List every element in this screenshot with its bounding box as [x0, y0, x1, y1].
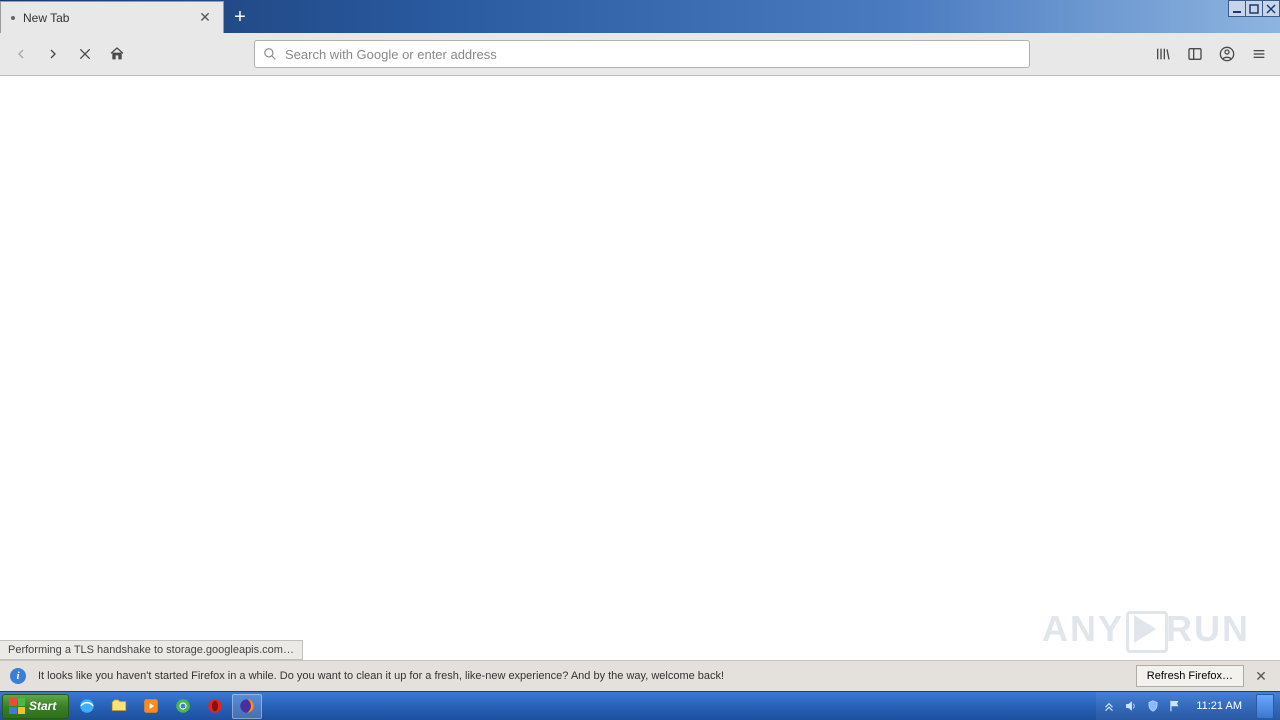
url-input[interactable] — [285, 47, 1021, 62]
windows-logo-icon — [9, 698, 25, 714]
home-button[interactable] — [102, 39, 132, 69]
library-button[interactable] — [1148, 39, 1178, 69]
window-controls — [1229, 0, 1280, 17]
forward-button[interactable] — [38, 39, 68, 69]
system-tray: 11:21 AM — [1096, 692, 1280, 720]
back-button[interactable] — [6, 39, 36, 69]
start-button[interactable]: Start — [2, 694, 69, 719]
tray-shield-icon[interactable] — [1144, 697, 1162, 715]
show-desktop-button[interactable] — [1256, 694, 1274, 719]
taskbar: Start 11:21 AM — [0, 691, 1280, 720]
taskbar-chrome[interactable] — [168, 694, 198, 719]
notification-close-button[interactable]: ✕ — [1252, 667, 1270, 685]
info-icon: i — [10, 668, 26, 684]
clock[interactable]: 11:21 AM — [1188, 700, 1250, 712]
tray-flag-icon[interactable] — [1166, 697, 1184, 715]
close-window-button[interactable] — [1262, 0, 1280, 17]
status-text: Performing a TLS handshake to storage.go… — [8, 644, 294, 656]
taskbar-explorer[interactable] — [104, 694, 134, 719]
search-icon — [263, 47, 277, 61]
tab-title: New Tab — [23, 11, 69, 25]
refresh-firefox-button[interactable]: Refresh Firefox… — [1136, 665, 1244, 687]
notification-bar: i It looks like you haven't started Fire… — [0, 660, 1280, 691]
tray-expand-icon[interactable] — [1100, 697, 1118, 715]
browser-toolbar — [0, 33, 1280, 76]
stop-button[interactable] — [70, 39, 100, 69]
menu-button[interactable] — [1244, 39, 1274, 69]
browser-tab[interactable]: New Tab ✕ — [0, 1, 224, 33]
notification-message: It looks like you haven't started Firefo… — [38, 670, 724, 682]
taskbar-firefox[interactable] — [232, 694, 262, 719]
taskbar-media[interactable] — [136, 694, 166, 719]
tray-volume-icon[interactable] — [1122, 697, 1140, 715]
address-bar[interactable] — [254, 40, 1030, 68]
taskbar-ie[interactable] — [72, 694, 102, 719]
maximize-button[interactable] — [1245, 0, 1263, 17]
sidebar-button[interactable] — [1180, 39, 1210, 69]
status-tooltip: Performing a TLS handshake to storage.go… — [0, 640, 303, 660]
loading-dot-icon — [11, 16, 15, 20]
tab-strip: New Tab ✕ + — [0, 0, 256, 33]
account-button[interactable] — [1212, 39, 1242, 69]
minimize-button[interactable] — [1228, 0, 1246, 17]
tab-close-button[interactable]: ✕ — [197, 10, 213, 26]
window-titlebar: New Tab ✕ + — [0, 0, 1280, 33]
new-tab-button[interactable]: + — [224, 1, 256, 33]
taskbar-opera[interactable] — [200, 694, 230, 719]
start-label: Start — [29, 699, 56, 713]
page-content — [0, 76, 1280, 691]
